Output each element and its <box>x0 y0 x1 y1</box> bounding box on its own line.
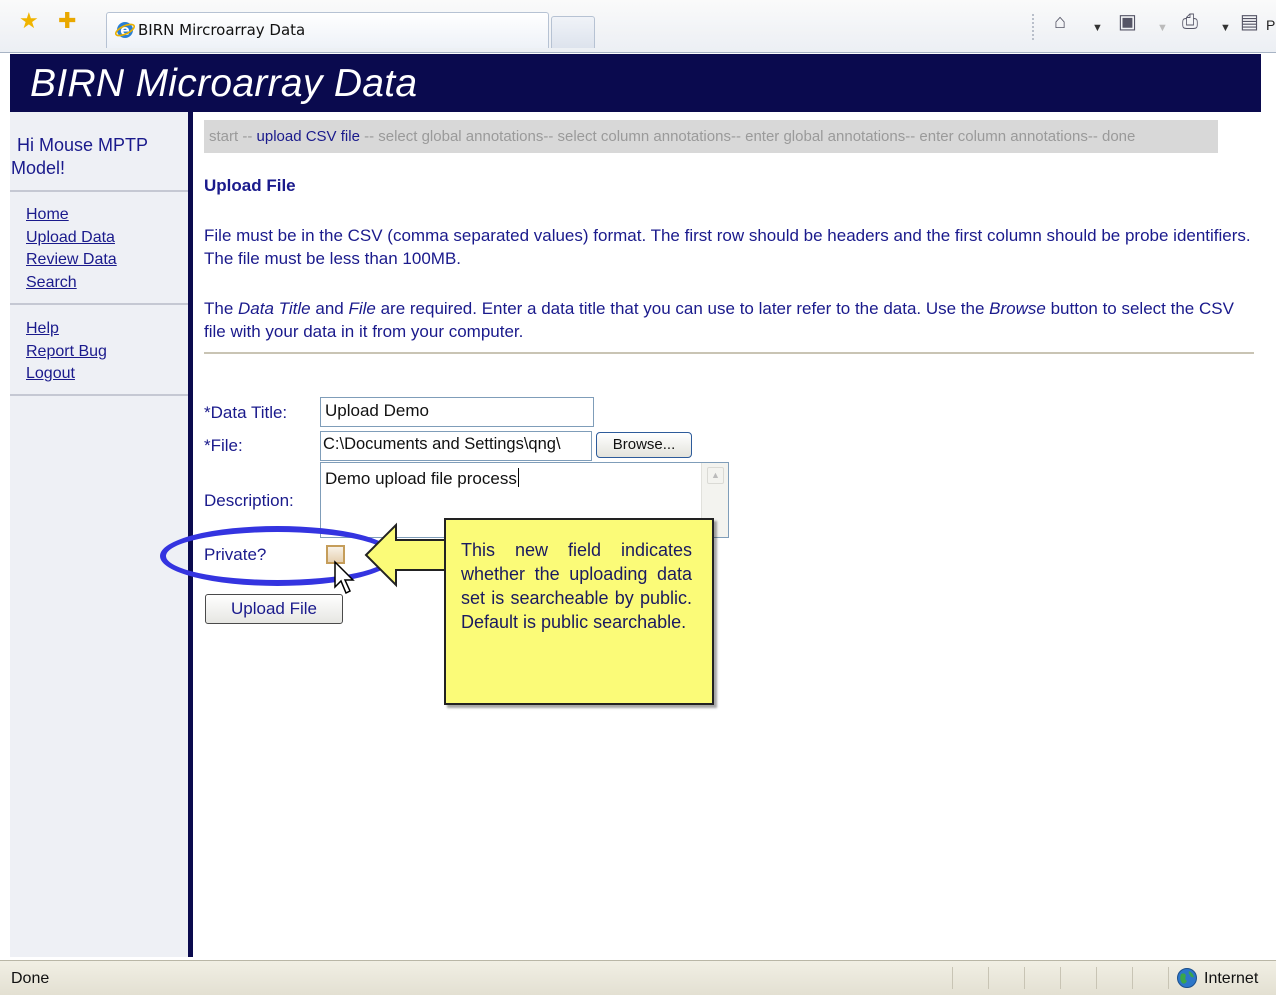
toolbar-separator <box>1032 14 1034 40</box>
description-label: Description: <box>204 491 294 510</box>
sidebar-divider <box>10 190 188 192</box>
description-text: Demo upload file process <box>325 469 517 488</box>
status-pane <box>952 967 953 989</box>
instructions-required: The Data Title and File are required. En… <box>204 299 1234 341</box>
user-greeting: Hi Mouse MPTP Model! <box>11 134 185 180</box>
wizard-steps-remaining: -- select global annotations-- select co… <box>364 128 1136 145</box>
highlight-ellipse <box>160 526 395 586</box>
help-nav: Help Report Bug Logout <box>26 318 107 386</box>
status-pane <box>1096 967 1097 989</box>
wizard-breadcrumb: start -- upload CSV file -- select globa… <box>204 120 1218 153</box>
callout-arrow-icon <box>364 522 446 588</box>
scroll-up-icon[interactable]: ▲ <box>707 467 724 484</box>
page-title: Upload File <box>204 176 296 195</box>
security-zone-label: Internet <box>1204 970 1259 987</box>
nav-link-help[interactable]: Help <box>26 318 107 341</box>
data-title-label: *Data Title: <box>204 403 288 422</box>
browser-toolbar: ★ ✚ e BIRN Mircroarray Data ⌂ ▼ ▣ ▼ ⎙ ▼ … <box>0 0 1276 53</box>
ie-icon: e <box>115 22 135 39</box>
site-header: BIRN Microarray Data <box>10 54 1261 112</box>
upload-file-button[interactable]: Upload File <box>205 594 343 624</box>
new-tab-button[interactable] <box>551 16 595 48</box>
nav-link-report-bug[interactable]: Report Bug <box>26 341 107 364</box>
status-pane <box>988 967 989 989</box>
tab-title: BIRN Mircroarray Data <box>138 21 306 39</box>
nav-link-review-data[interactable]: Review Data <box>26 249 117 272</box>
greeting-line-2: Model! <box>11 158 66 178</box>
nav-link-search[interactable]: Search <box>26 272 117 295</box>
mouse-pointer-icon <box>334 560 355 595</box>
file-path-input[interactable]: C:\Documents and Settings\qng\ <box>320 431 592 461</box>
wizard-step-start: start -- <box>209 128 253 145</box>
callout-text: This new field indicates whether the upl… <box>461 540 692 632</box>
nav-link-home[interactable]: Home <box>26 204 117 227</box>
text-caret <box>517 468 519 487</box>
home-icon[interactable]: ⌂ <box>1054 11 1066 33</box>
home-dropdown-icon[interactable]: ▼ <box>1092 17 1103 39</box>
favorites-star-icon[interactable]: ★ <box>19 10 39 32</box>
file-label: *File: <box>204 436 243 455</box>
status-pane <box>1060 967 1061 989</box>
globe-icon <box>1177 968 1197 988</box>
greeting-line-1: Hi Mouse MPTP <box>17 135 149 155</box>
add-favorites-icon[interactable]: ✚ <box>58 10 76 32</box>
feeds-dropdown-icon[interactable]: ▼ <box>1157 17 1168 39</box>
data-title-input[interactable]: Upload Demo <box>320 397 594 427</box>
wizard-step-current: upload CSV file <box>252 128 365 145</box>
section-divider <box>204 352 1254 354</box>
feeds-icon[interactable]: ▣ <box>1118 11 1137 33</box>
nav-link-logout[interactable]: Logout <box>26 363 107 386</box>
status-bar: Done Internet <box>0 960 1276 995</box>
page-icon[interactable]: ▤ <box>1240 11 1259 33</box>
main-nav: Home Upload Data Review Data Search <box>26 204 117 294</box>
page-menu-label[interactable]: P <box>1266 14 1275 36</box>
sidebar: Hi Mouse MPTP Model! Home Upload Data Re… <box>10 112 193 957</box>
sidebar-divider <box>10 394 188 396</box>
nav-link-upload-data[interactable]: Upload Data <box>26 227 117 250</box>
print-icon[interactable]: ⎙ <box>1182 11 1198 33</box>
site-title: BIRN Microarray Data <box>30 62 418 105</box>
browse-button[interactable]: Browse... <box>596 432 692 458</box>
status-pane <box>1132 967 1133 989</box>
instructions-format: File must be in the CSV (comma separated… <box>204 226 1251 268</box>
status-text: Done <box>11 970 50 987</box>
browser-tab[interactable]: e BIRN Mircroarray Data <box>106 12 549 48</box>
status-pane <box>1168 967 1169 989</box>
status-pane <box>1024 967 1025 989</box>
print-dropdown-icon[interactable]: ▼ <box>1220 17 1231 39</box>
sidebar-divider <box>10 303 188 305</box>
